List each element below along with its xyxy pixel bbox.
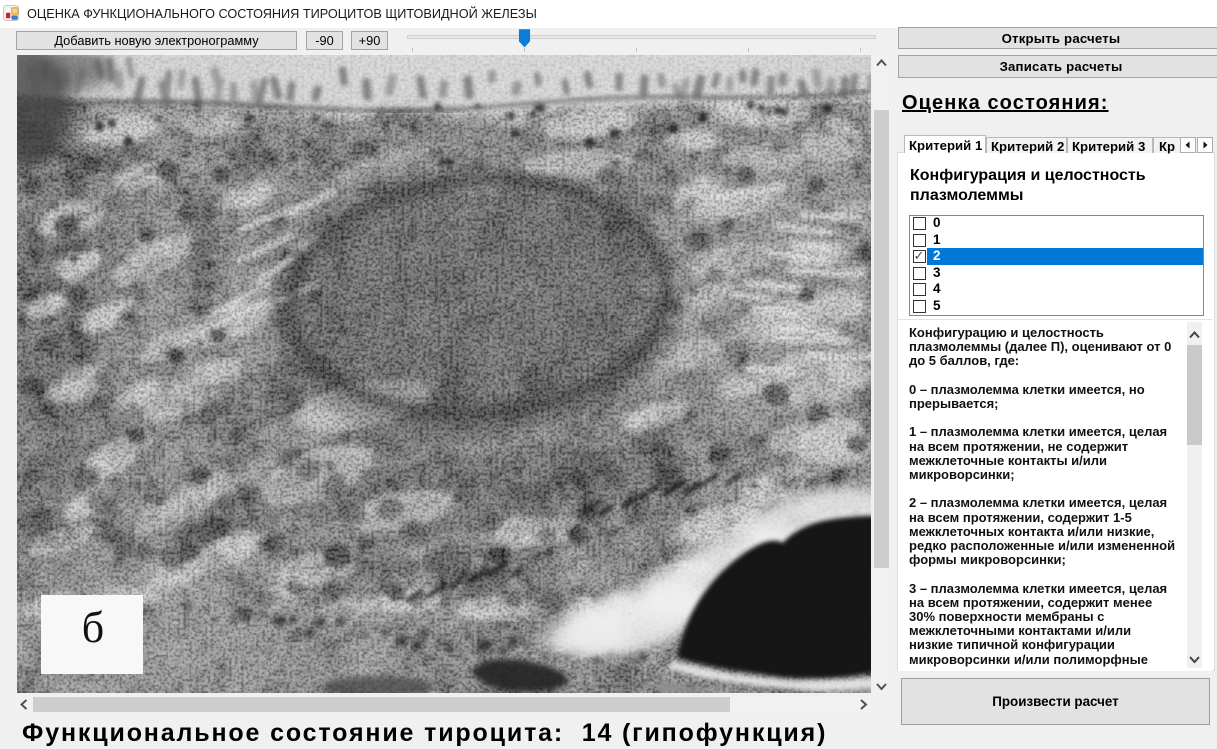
svg-text:б: б — [82, 603, 104, 652]
